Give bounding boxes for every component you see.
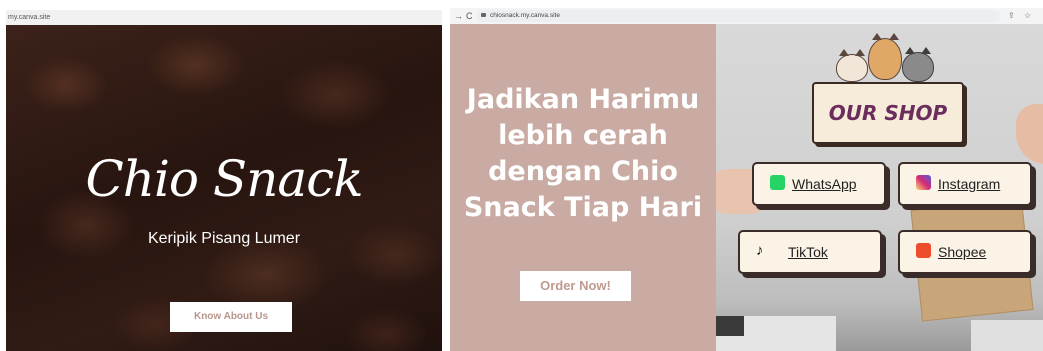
- laptop-image: [716, 316, 836, 351]
- shopee-icon: [916, 243, 931, 258]
- headline: Jadikan Harimu lebih cerah dengan Chio S…: [463, 84, 703, 223]
- lock-icon: [481, 13, 486, 17]
- know-about-us-button[interactable]: Know About Us: [170, 302, 292, 332]
- order-now-button[interactable]: Order Now!: [520, 271, 631, 301]
- right-screenshot: → C chiosnack.my.canva.site ⇪ ☆ Jadikan …: [450, 8, 1043, 351]
- star-icon[interactable]: ☆: [1024, 8, 1031, 24]
- shop-panel: OUR SHOP WhatsApp Instagram ♪ TikTok Sho…: [716, 24, 1043, 351]
- cats-illustration: [834, 28, 934, 88]
- instagram-button[interactable]: Instagram: [898, 162, 1032, 206]
- whatsapp-button[interactable]: WhatsApp: [752, 162, 886, 206]
- address-bar[interactable]: chiosnack.my.canva.site: [476, 10, 1001, 22]
- address-bar[interactable]: my.canva.site: [6, 10, 442, 25]
- our-shop-sign: OUR SHOP: [812, 82, 964, 144]
- share-icon[interactable]: ⇪: [1008, 8, 1015, 24]
- instagram-label: Instagram: [938, 176, 1001, 192]
- site-subtitle: Keripik Pisang Lumer: [147, 230, 301, 247]
- tiktok-icon: ♪: [756, 242, 764, 259]
- forward-icon[interactable]: →: [454, 8, 463, 24]
- site-title: Chio Snack: [85, 150, 363, 208]
- whatsapp-label: WhatsApp: [792, 176, 857, 192]
- shopee-label: Shopee: [938, 244, 987, 260]
- sign-label: OUR SHOP: [828, 101, 948, 125]
- shopee-button[interactable]: Shopee: [898, 230, 1032, 274]
- left-screenshot: my.canva.site Chio Snack Keripik Pisang …: [6, 10, 442, 351]
- browser-toolbar: → C chiosnack.my.canva.site ⇪ ☆: [450, 8, 1043, 24]
- promo-panel: Jadikan Harimu lebih cerah dengan Chio S…: [450, 24, 716, 351]
- instagram-icon: [916, 175, 931, 190]
- tiktok-label: TikTok: [788, 244, 828, 260]
- laptop-image: [971, 320, 1043, 351]
- hand-image: [1016, 104, 1043, 164]
- whatsapp-icon: [770, 175, 785, 190]
- reload-icon[interactable]: C: [466, 8, 473, 24]
- tiktok-button[interactable]: ♪ TikTok: [738, 230, 882, 274]
